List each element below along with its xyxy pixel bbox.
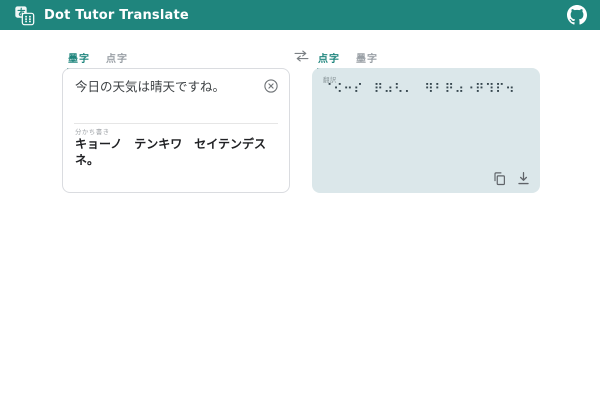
target-tabs: 点字 墨字 xyxy=(312,48,540,68)
input-card[interactable]: 今日の天気は晴天ですね。 分かち書き キョーノ テンキワ セイテンデスネ。 xyxy=(62,68,290,193)
braille-output: ⠈⠪⠒⠎⠀⠟⠴⠣⠄⠀⠻⠃⠟⠴⠐⠟⠹⠏⠲ xyxy=(323,82,529,99)
swap-icon xyxy=(293,49,310,63)
swap-direction-button[interactable] xyxy=(293,49,310,63)
app-window: Dot Tutor Translate 墨字 点字 今日の天気は晴天ですね。 xyxy=(0,0,600,400)
download-button[interactable] xyxy=(516,171,531,186)
input-text[interactable]: 今日の天気は晴天ですね。 xyxy=(75,78,255,96)
source-panel: 墨字 点字 今日の天気は晴天ですね。 分かち書き キョーノ テンキワ セイテンデ… xyxy=(62,48,290,193)
app-header: Dot Tutor Translate xyxy=(0,0,600,30)
tab-tenji-input[interactable]: 点字 xyxy=(105,48,129,70)
copy-button[interactable] xyxy=(492,171,507,186)
output-actions xyxy=(492,171,531,186)
app-title: Dot Tutor Translate xyxy=(44,8,189,23)
clear-icon xyxy=(263,78,279,94)
tab-tenji-output[interactable]: 点字 xyxy=(317,48,341,70)
target-panel: 点字 墨字 翻訳 ⠈⠪⠒⠎⠀⠟⠴⠣⠄⠀⠻⠃⠟⠴⠐⠟⠹⠏⠲ xyxy=(312,48,540,193)
segmented-text: キョーノ テンキワ セイテンデスネ。 xyxy=(75,136,277,168)
braille-translate-logo-icon xyxy=(14,5,35,26)
tab-sumiji-output[interactable]: 墨字 xyxy=(355,48,379,70)
source-tabs: 墨字 点字 xyxy=(62,48,290,68)
github-icon xyxy=(567,5,587,25)
copy-icon xyxy=(492,171,507,186)
divider xyxy=(74,123,278,124)
output-card: 翻訳 ⠈⠪⠒⠎⠀⠟⠴⠣⠄⠀⠻⠃⠟⠴⠐⠟⠹⠏⠲ xyxy=(312,68,540,193)
github-link[interactable] xyxy=(566,4,588,26)
segmented-label: 分かち書き xyxy=(75,126,110,136)
download-icon xyxy=(516,171,531,186)
clear-button[interactable] xyxy=(263,78,279,94)
tab-sumiji-input[interactable]: 墨字 xyxy=(67,48,91,70)
